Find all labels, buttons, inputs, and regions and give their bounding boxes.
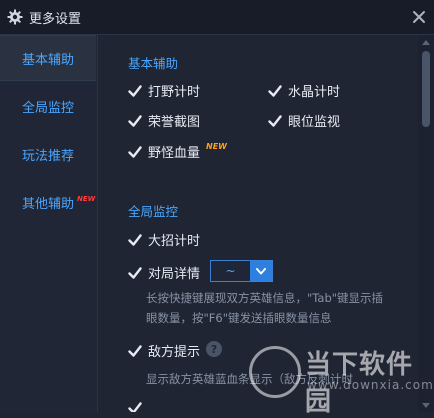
scroll-down-icon[interactable] (418, 398, 434, 412)
enemy-hint-description: 显示敌方英雄蓝血条显示（敌方反刺计时 (146, 372, 353, 386)
close-icon[interactable] (412, 9, 426, 23)
checkmark-icon (128, 401, 142, 412)
vertical-scrollbar[interactable] (418, 35, 434, 412)
hotkey-value: ~ (225, 264, 236, 278)
gear-icon (6, 8, 24, 26)
checkbox-match-details[interactable]: 对局详情 (128, 263, 200, 282)
checkmark-icon (128, 145, 142, 159)
checkmark-icon (128, 266, 142, 280)
checkbox-label: 荣誉截图 (148, 115, 201, 130)
match-details-description-line1: 长按快捷键展现双方英雄信息，"Tab"键显示插 (146, 291, 384, 305)
sidebar-item-other-assist[interactable]: 其他辅助 NEW (0, 179, 96, 225)
sidebar-item-label: 其他辅助 (22, 196, 75, 212)
checkmark-icon (268, 84, 282, 98)
checkbox-label: 打野计时 (148, 85, 201, 100)
match-details-description-line2: 眼数量，按"F6"键发送插眼数量信息 (146, 311, 332, 325)
hotkey-dropdown[interactable]: ~ (210, 260, 273, 282)
settings-content: 基本辅助 打野计时 水晶计时 荣誉截图 眼位监视 野怪血量 NEW 全局监控 大… (98, 35, 418, 412)
new-badge: NEW (206, 142, 227, 151)
sidebar-item-label: 全局监控 (22, 100, 75, 116)
sidebar-item-basic-assist[interactable]: 基本辅助 (0, 35, 96, 81)
sidebar-item-label: 基本辅助 (22, 52, 75, 68)
section-title-global: 全局监控 (128, 204, 179, 219)
checkbox-ward-monitor[interactable]: 眼位监视 (268, 111, 340, 130)
checkbox-honor-screenshot[interactable]: 荣誉截图 (128, 111, 200, 130)
checkbox-ultimate-timer[interactable]: 大招计时 (128, 230, 200, 249)
scrollbar-thumb[interactable] (422, 51, 430, 127)
window-title: 更多设置 (29, 11, 82, 27)
sidebar-item-play-recommend[interactable]: 玩法推荐 (0, 131, 96, 177)
checkmark-icon (128, 344, 142, 358)
checkmark-icon (128, 233, 142, 247)
checkmark-icon (268, 114, 282, 128)
checkmark-icon (128, 84, 142, 98)
checkbox-label: 野怪血量 (148, 146, 201, 161)
checkbox-partially-hidden[interactable] (128, 401, 148, 412)
sidebar-item-label: 玩法推荐 (22, 148, 75, 164)
new-badge: NEW (77, 195, 96, 203)
section-title-basic: 基本辅助 (128, 56, 179, 71)
checkbox-jungle-timer[interactable]: 打野计时 (128, 81, 200, 100)
checkmark-icon (128, 114, 142, 128)
checkbox-label: 水晶计时 (288, 85, 341, 100)
scroll-up-icon[interactable] (418, 35, 434, 49)
title-bar: 更多设置 (0, 0, 434, 35)
checkbox-label: 对局详情 (148, 267, 201, 282)
checkbox-monster-hp[interactable]: 野怪血量 NEW (128, 142, 227, 161)
checkbox-label: 眼位监视 (288, 115, 341, 130)
help-icon[interactable]: ? (206, 341, 222, 357)
checkbox-enemy-hint[interactable]: 敌方提示 (128, 341, 200, 360)
checkbox-crystal-timer[interactable]: 水晶计时 (268, 81, 340, 100)
sidebar: 基本辅助 全局监控 玩法推荐 其他辅助 NEW (0, 35, 98, 412)
checkbox-label: 大招计时 (148, 234, 201, 249)
checkbox-label: 敌方提示 (148, 345, 201, 360)
sidebar-item-global-monitor[interactable]: 全局监控 (0, 83, 96, 129)
chevron-down-icon[interactable] (250, 261, 272, 281)
